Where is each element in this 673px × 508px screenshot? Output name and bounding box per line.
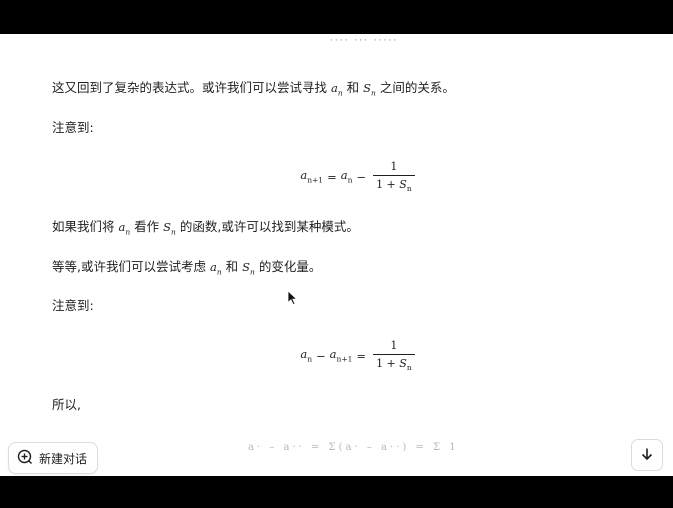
scroll-to-bottom-button[interactable] [631,439,663,471]
clipped-equation-top: ···· ··· ····· [330,36,399,46]
math-s-n: Sn [242,260,255,277]
math-s-n: Sn [363,81,376,98]
mouse-pointer-icon [287,290,299,310]
top-letterbox-bar [0,0,673,34]
bottom-letterbox-bar [0,476,673,508]
new-chat-label: 新建对话 [39,451,88,466]
equation-2: an − an+1 = 1 1 + Sn [0,339,673,372]
message-paragraph-1: 这又回到了复杂的表达式。或许我们可以尝试寻找 an 和 Sn 之间的关系。 [52,80,455,98]
math-a-n: an [330,81,343,98]
message-paragraph-3: 如果我们将 an 看作 Sn 的函数,或许可以找到某种模式。 [52,219,359,237]
math-a-n: an [118,220,131,237]
arrow-down-icon [640,446,654,465]
fraction: 1 1 + Sn [373,339,415,372]
new-chat-button[interactable]: 新建对话 [8,442,99,474]
plus-circle-icon [17,449,33,468]
math-s-n: Sn [163,220,176,237]
clipped-equation-bottom: a· – a·· = Σ(a· – a··) = Σ 1 [248,442,459,453]
message-paragraph-2: 注意到: [52,120,94,135]
message-paragraph-6: 所以, [52,397,81,412]
chat-scroll-area[interactable]: ···· ··· ····· 这又回到了复杂的表达式。或许我们可以尝试寻找 an… [0,34,673,476]
message-paragraph-4: 等等,或许我们可以尝试考虑 an 和 Sn 的变化量。 [52,259,322,277]
math-a-n: an [209,260,222,277]
message-paragraph-5: 注意到: [52,298,94,313]
equation-1: an+1 = an − 1 1 + Sn [0,160,673,193]
fraction: 1 1 + Sn [373,160,415,193]
